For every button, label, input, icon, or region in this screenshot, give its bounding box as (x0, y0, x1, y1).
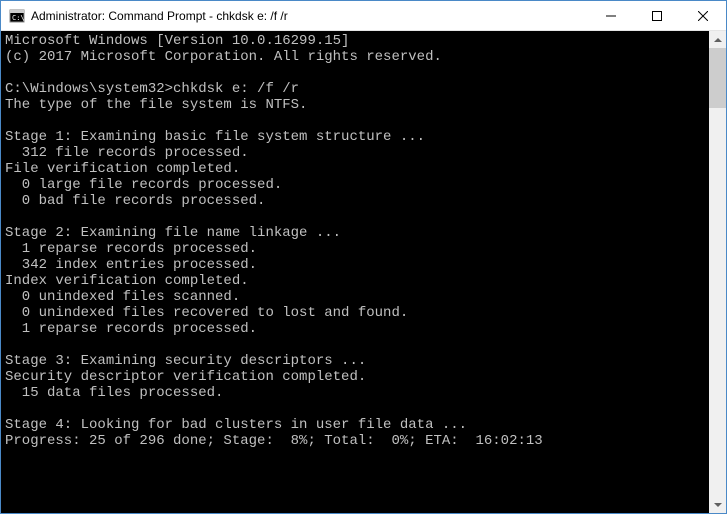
svg-text:C:\: C:\ (12, 14, 25, 22)
vertical-scrollbar[interactable] (709, 31, 726, 513)
window-controls (588, 1, 726, 30)
scroll-down-button[interactable] (709, 496, 726, 513)
window-titlebar: C:\ Administrator: Command Prompt - chkd… (1, 1, 726, 31)
scrollbar-thumb[interactable] (709, 48, 726, 108)
window-title: Administrator: Command Prompt - chkdsk e… (31, 9, 588, 23)
close-button[interactable] (680, 1, 726, 30)
maximize-button[interactable] (634, 1, 680, 30)
scrollbar-track[interactable] (709, 48, 726, 496)
terminal-area: Microsoft Windows [Version 10.0.16299.15… (1, 31, 726, 513)
minimize-button[interactable] (588, 1, 634, 30)
scroll-up-button[interactable] (709, 31, 726, 48)
terminal-output[interactable]: Microsoft Windows [Version 10.0.16299.15… (1, 31, 709, 513)
app-icon: C:\ (9, 8, 25, 24)
